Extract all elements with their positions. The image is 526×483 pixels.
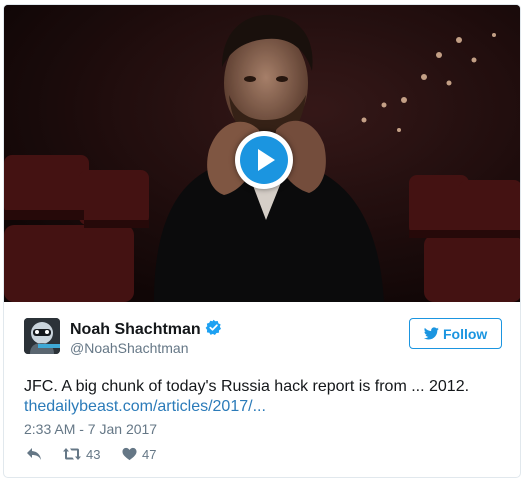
avatar[interactable] (24, 318, 60, 354)
reply-icon (27, 448, 41, 460)
avatar-image (24, 318, 60, 354)
tweet-text: JFC. A big chunk of today's Russia hack … (24, 378, 470, 395)
tweet-header: Noah Shachtman @NoahShachtman Follow (24, 318, 504, 360)
tweet-link[interactable]: thedailybeast.com/articles/2017/... (24, 397, 266, 417)
retweet-button[interactable]: 43 (62, 445, 112, 465)
play-button-circle (240, 136, 288, 184)
verified-badge-icon (205, 319, 222, 341)
like-count: 47 (142, 447, 157, 462)
play-button[interactable] (235, 131, 293, 189)
follow-label: Follow (443, 326, 488, 342)
play-icon (258, 149, 275, 171)
author-name[interactable]: Noah Shachtman (70, 321, 201, 338)
embedded-tweet-card: Noah Shachtman @NoahShachtman Follow JFC… (3, 4, 521, 478)
video-thumbnail[interactable] (4, 5, 520, 302)
author-name-row: Noah Shachtman (70, 319, 222, 341)
twitter-bird-icon (424, 327, 439, 340)
follow-button[interactable]: Follow (409, 318, 502, 349)
tweet-timestamp[interactable]: 2:33 AM - 7 Jan 2017 (24, 421, 157, 437)
author-handle[interactable]: @NoahShachtman (70, 340, 189, 356)
heart-icon (122, 447, 137, 461)
retweet-icon (63, 448, 81, 460)
tweet-actions: 43 47 (24, 445, 324, 465)
like-button[interactable]: 47 (122, 445, 162, 465)
reply-button[interactable] (26, 445, 46, 465)
retweet-count: 43 (86, 447, 101, 462)
